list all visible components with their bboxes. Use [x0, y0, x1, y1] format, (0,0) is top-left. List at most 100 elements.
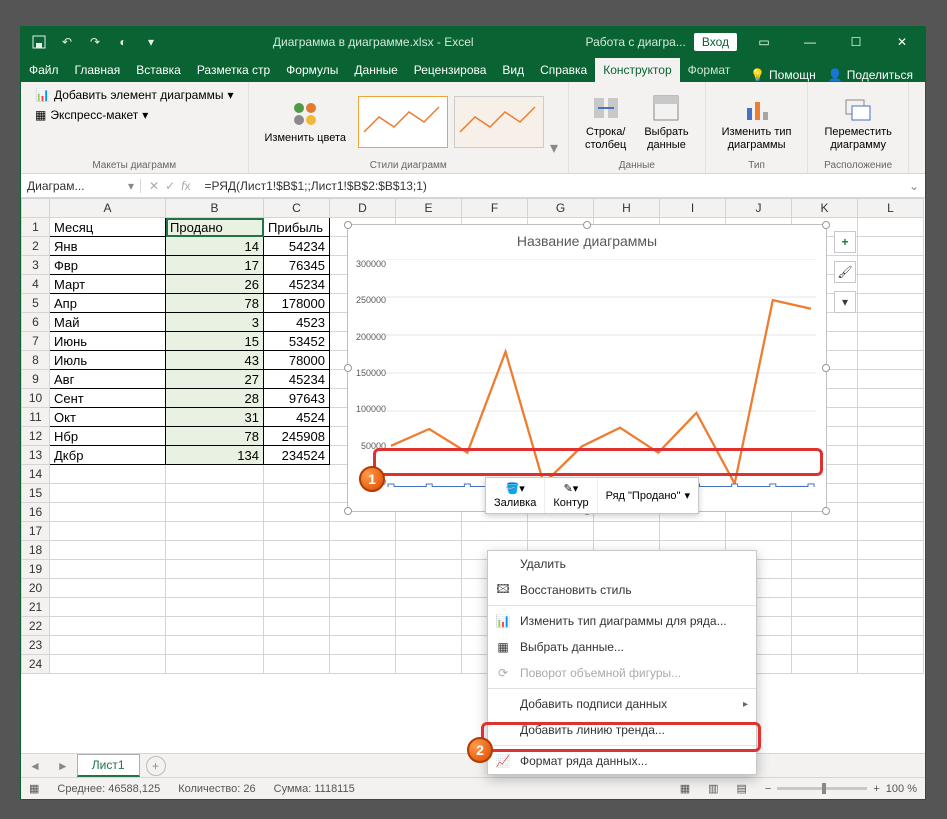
cell-A17[interactable] [50, 522, 166, 541]
cell-C13[interactable]: 234524 [264, 446, 330, 465]
cell-A16[interactable] [50, 503, 166, 522]
cell-B22[interactable] [166, 617, 264, 636]
maximize-icon[interactable]: ☐ [833, 27, 879, 56]
tab-formulas[interactable]: Формулы [278, 58, 346, 82]
ctx-format-series[interactable]: 📈Формат ряда данных... [488, 748, 756, 774]
row-header-24[interactable]: 24 [22, 655, 50, 674]
login-button[interactable]: Вход [694, 33, 737, 51]
quick-layout-button[interactable]: ▦Экспресс-макет ▾ [31, 106, 152, 124]
cell-B21[interactable] [166, 598, 264, 617]
row-header-20[interactable]: 20 [22, 579, 50, 598]
cell-B8[interactable]: 43 [166, 351, 264, 370]
cell-K21[interactable] [792, 598, 858, 617]
cell-C15[interactable] [264, 484, 330, 503]
cell-L24[interactable] [858, 655, 924, 674]
cell-B3[interactable]: 17 [166, 256, 264, 275]
cell-B13[interactable]: 134 [166, 446, 264, 465]
chart-style-2[interactable] [454, 96, 544, 148]
cell-F17[interactable] [462, 522, 528, 541]
cell-L16[interactable] [858, 503, 924, 522]
row-header-9[interactable]: 9 [22, 370, 50, 389]
col-header-G[interactable]: G [528, 199, 594, 218]
cell-L14[interactable] [858, 465, 924, 484]
row-header-22[interactable]: 22 [22, 617, 50, 636]
chart-style-1[interactable] [358, 96, 448, 148]
cell-L15[interactable] [858, 484, 924, 503]
zoom-value[interactable]: 100 % [886, 783, 917, 795]
cell-A9[interactable]: Авг [50, 370, 166, 389]
cell-B2[interactable]: 14 [166, 237, 264, 256]
col-header-F[interactable]: F [462, 199, 528, 218]
cell-C5[interactable]: 178000 [264, 294, 330, 313]
cell-A3[interactable]: Фвр [50, 256, 166, 275]
cell-C8[interactable]: 78000 [264, 351, 330, 370]
row-header-3[interactable]: 3 [22, 256, 50, 275]
zoom-control[interactable]: − + 100 % [765, 783, 917, 795]
styles-more-icon[interactable]: ▾ [550, 138, 558, 158]
cell-D22[interactable] [330, 617, 396, 636]
share-button[interactable]: 👤Поделиться [828, 68, 913, 82]
ctx-delete[interactable]: Удалить [488, 551, 756, 577]
row-header-21[interactable]: 21 [22, 598, 50, 617]
tell-me[interactable]: 💡Помощн [750, 68, 816, 82]
cell-A22[interactable] [50, 617, 166, 636]
col-header-B[interactable]: B [166, 199, 264, 218]
cell-B12[interactable]: 78 [166, 427, 264, 446]
cell-C14[interactable] [264, 465, 330, 484]
row-header-18[interactable]: 18 [22, 541, 50, 560]
worksheet-grid[interactable]: ABCDEFGHIJKL1МесяцПроданоПрибыль2Янв1454… [21, 198, 925, 753]
sheet-tab[interactable]: Лист1 [77, 754, 140, 777]
col-header-L[interactable]: L [858, 199, 924, 218]
row-header-13[interactable]: 13 [22, 446, 50, 465]
row-header-17[interactable]: 17 [22, 522, 50, 541]
outline-button[interactable]: ✎▾Контур [545, 478, 597, 513]
cell-B11[interactable]: 31 [166, 408, 264, 427]
cell-L22[interactable] [858, 617, 924, 636]
cell-C18[interactable] [264, 541, 330, 560]
formula-input[interactable]: =РЯД(Лист1!$B$1;;Лист1!$B$2:$B$13;1) [198, 179, 902, 193]
select-data-button[interactable]: Выбрать данные [638, 90, 694, 154]
row-header-7[interactable]: 7 [22, 332, 50, 351]
cell-A6[interactable]: Май [50, 313, 166, 332]
row-header-11[interactable]: 11 [22, 408, 50, 427]
col-header-K[interactable]: K [792, 199, 858, 218]
cell-E22[interactable] [396, 617, 462, 636]
switch-row-col-button[interactable]: Строка/ столбец [579, 90, 632, 154]
cell-A11[interactable]: Окт [50, 408, 166, 427]
cell-B15[interactable] [166, 484, 264, 503]
col-header-C[interactable]: C [264, 199, 330, 218]
qat-dropdown-icon[interactable]: ▾ [143, 34, 159, 50]
col-header-I[interactable]: I [660, 199, 726, 218]
cell-B1[interactable]: Продано [166, 218, 264, 237]
cell-L3[interactable] [858, 256, 924, 275]
tab-format[interactable]: Формат [680, 58, 739, 82]
cell-C12[interactable]: 245908 [264, 427, 330, 446]
tab-help[interactable]: Справка [532, 58, 595, 82]
zoom-out-icon[interactable]: − [765, 783, 771, 795]
tab-layout[interactable]: Разметка стр [189, 58, 278, 82]
cell-E24[interactable] [396, 655, 462, 674]
sheet-nav-next-icon[interactable]: ► [49, 759, 77, 773]
col-header-D[interactable]: D [330, 199, 396, 218]
series-profit[interactable] [391, 300, 811, 483]
series-sold-marker[interactable] [808, 484, 814, 487]
tab-design[interactable]: Конструктор [595, 58, 679, 82]
cell-L1[interactable] [858, 218, 924, 237]
row-header-16[interactable]: 16 [22, 503, 50, 522]
cell-E21[interactable] [396, 598, 462, 617]
tab-home[interactable]: Главная [67, 58, 129, 82]
cell-A12[interactable]: Нбр [50, 427, 166, 446]
cell-L18[interactable] [858, 541, 924, 560]
tab-file[interactable]: Файл [21, 58, 67, 82]
series-sold-marker[interactable] [464, 484, 470, 487]
cell-B7[interactable]: 15 [166, 332, 264, 351]
chart-elements-icon[interactable]: + [834, 231, 856, 253]
cell-B19[interactable] [166, 560, 264, 579]
cell-A14[interactable] [50, 465, 166, 484]
cell-E17[interactable] [396, 522, 462, 541]
col-header-H[interactable]: H [594, 199, 660, 218]
row-header-5[interactable]: 5 [22, 294, 50, 313]
ctx-add-trendline[interactable]: Добавить линию тренда... [488, 717, 756, 743]
cell-L21[interactable] [858, 598, 924, 617]
add-chart-element-button[interactable]: 📊Добавить элемент диаграммы ▾ [31, 86, 238, 104]
